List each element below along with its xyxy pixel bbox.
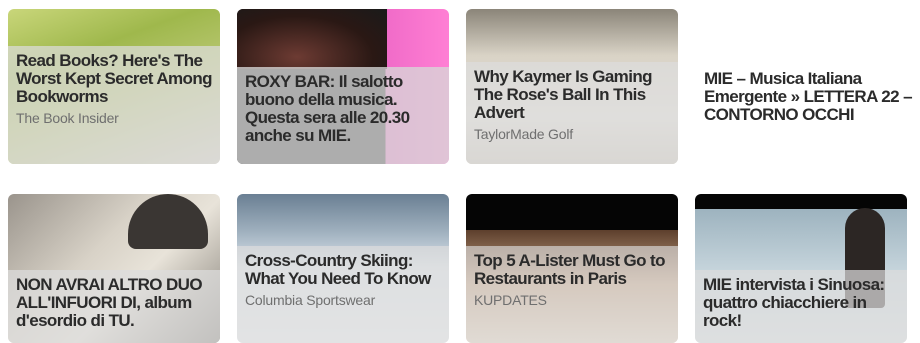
card-overlay: Read Books? Here's The Worst Kept Secret… xyxy=(8,46,220,164)
content-card-sinuosa[interactable]: MIE intervista i Sinuosa: quattro chiacc… xyxy=(695,194,907,343)
card-overlay: Top 5 A-Lister Must Go to Restaurants in… xyxy=(466,246,678,343)
card-title[interactable]: Read Books? Here's The Worst Kept Secret… xyxy=(16,52,213,106)
content-card-kupdates[interactable]: Top 5 A-Lister Must Go to Restaurants in… xyxy=(466,194,678,343)
card-title[interactable]: Cross-Country Skiing: What You Need To K… xyxy=(245,252,441,288)
card-title[interactable]: Why Kaymer Is Gaming The Rose's Ball In … xyxy=(474,68,670,122)
card-source: TaylorMade Golf xyxy=(474,126,573,142)
card-overlay: MIE intervista i Sinuosa: quattro chiacc… xyxy=(695,270,907,343)
card-title[interactable]: MIE intervista i Sinuosa: quattro chiacc… xyxy=(703,276,899,330)
content-card-columbia[interactable]: Cross-Country Skiing: What You Need To K… xyxy=(237,194,449,343)
card-source: Columbia Sportswear xyxy=(245,292,376,308)
card-source: The Book Insider xyxy=(16,110,119,126)
card-overlay: ROXY BAR: Il salotto buono della musica.… xyxy=(237,67,449,164)
card-title[interactable]: Top 5 A-Lister Must Go to Restaurants in… xyxy=(474,252,670,288)
card-overlay: Why Kaymer Is Gaming The Rose's Ball In … xyxy=(466,62,678,164)
content-card-tu-album[interactable]: NON AVRAI ALTRO DUO ALL'INFUORI DI, albu… xyxy=(8,194,220,343)
content-card-book-insider[interactable]: Read Books? Here's The Worst Kept Secret… xyxy=(8,9,220,164)
card-overlay: NON AVRAI ALTRO DUO ALL'INFUORI DI, albu… xyxy=(8,270,220,343)
card-overlay: Cross-Country Skiing: What You Need To K… xyxy=(237,246,449,343)
card-title[interactable]: NON AVRAI ALTRO DUO ALL'INFUORI DI, albu… xyxy=(16,276,212,330)
text-link-mie-lettera22[interactable]: MIE – Musica Italiana Emergente » LETTER… xyxy=(704,70,914,124)
content-card-taylormade[interactable]: Why Kaymer Is Gaming The Rose's Ball In … xyxy=(466,9,678,164)
card-title[interactable]: ROXY BAR: Il salotto buono della musica.… xyxy=(245,73,441,145)
content-card-roxy-bar[interactable]: ROXY BAR: Il salotto buono della musica.… xyxy=(237,9,449,164)
card-source: KUPDATES xyxy=(474,292,547,308)
